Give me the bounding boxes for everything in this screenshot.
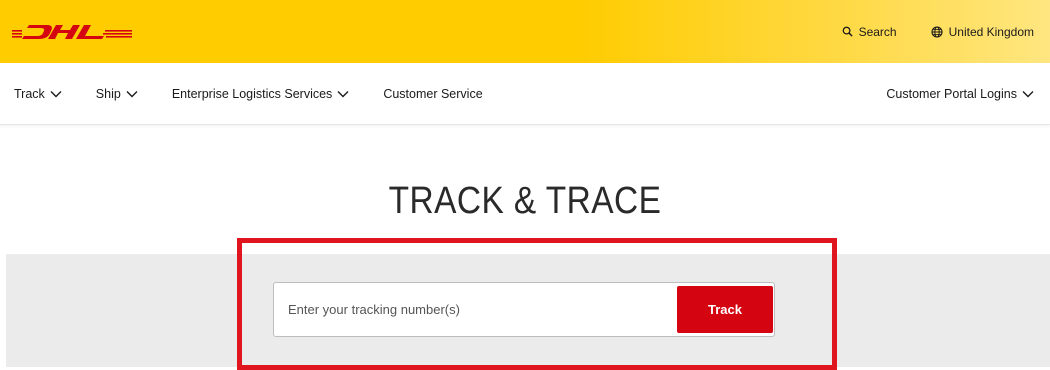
country-selector[interactable]: United Kingdom [931,25,1034,39]
chevron-down-icon [1022,91,1034,98]
nav-menu: Track Ship Enterprise Logistics Services… [14,63,483,125]
search-icon [842,26,853,37]
track-button[interactable]: Track [677,286,773,333]
chevron-down-icon [337,91,349,98]
country-label: United Kingdom [948,24,1034,39]
page-title: TRACK & TRACE [388,180,662,222]
nav-item-label: Customer Service [383,87,483,101]
search-label: Search [858,24,897,39]
search-link[interactable]: Search [842,25,897,39]
tracking-form: Track [273,282,775,337]
main-nav: Track Ship Enterprise Logistics Services… [0,63,1050,125]
dhl-logo[interactable] [12,22,132,42]
header-actions: Search United Kingdom [842,0,1034,63]
chevron-down-icon [126,91,138,98]
nav-item-label: Track [14,87,45,101]
globe-icon [931,25,943,38]
top-bar: Search United Kingdom [0,0,1050,63]
tracking-number-input[interactable] [274,283,677,336]
nav-item-label: Ship [95,87,121,101]
nav-item-customer-service[interactable]: Customer Service [383,87,482,101]
nav-item-label: Enterprise Logistics Services [171,87,333,101]
nav-item-enterprise-logistics[interactable]: Enterprise Logistics Services [172,87,349,101]
nav-item-ship[interactable]: Ship [96,87,138,101]
nav-right: Customer Portal Logins [886,63,1034,125]
customer-portal-logins[interactable]: Customer Portal Logins [886,87,1034,101]
nav-item-track[interactable]: Track [14,87,62,101]
nav-item-label: Customer Portal Logins [886,87,1017,101]
chevron-down-icon [50,91,62,98]
